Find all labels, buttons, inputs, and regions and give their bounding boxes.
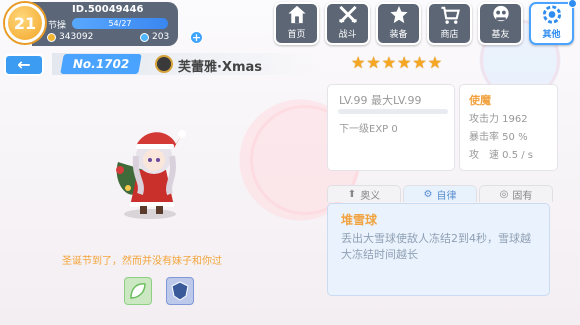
nav-shop-button[interactable]: 商店 — [427, 2, 472, 45]
star-icon: ★ — [366, 53, 381, 72]
character-quote: 圣诞节到了，然而并没有妹子和你过 — [62, 256, 222, 267]
player-level-badge[interactable]: 21 — [5, 3, 45, 43]
battle-icon — [338, 5, 357, 24]
faction-icon — [155, 55, 173, 73]
coin-icon — [47, 33, 56, 42]
star-icon: ★ — [351, 53, 366, 72]
level-text: LV.99 最大LV.99 — [339, 94, 422, 107]
star-icon: ★ — [412, 53, 427, 72]
coin-value: 343092 — [59, 32, 94, 42]
leaf-icon — [130, 283, 146, 299]
nav-other-button[interactable]: 其他 — [529, 0, 577, 45]
next-exp-text: 下一级EXP 0 — [339, 124, 398, 135]
home-icon — [287, 5, 306, 24]
stamina-bar: 54/27 — [72, 18, 168, 29]
player-info-panel: ID.50049446 节操 54/27 343092 203 + — [32, 2, 203, 46]
nav-label: 首页 — [287, 30, 306, 40]
nav-friends-button[interactable]: 基友 — [478, 2, 523, 45]
gear-icon: ⚙ — [423, 188, 433, 200]
speed-stat: 攻 速 0.5 / s — [469, 150, 534, 161]
back-button[interactable]: ← — [4, 54, 44, 76]
skill-description: 丢出大雪球使敌人冻结2到4秒，雪球越大冻结时间越长 — [341, 232, 531, 261]
equipment-icon — [389, 5, 408, 24]
stamina-text: 54/27 — [108, 19, 132, 28]
unit-number: No.1702 — [60, 54, 142, 74]
skill-tabs: ⬆ 奥义 ⚙ 自律 ◎ 固有 — [327, 185, 553, 202]
stats-title: 使魔 — [469, 94, 491, 107]
exp-bar — [338, 109, 448, 114]
gem-icon — [140, 33, 149, 42]
add-currency-button[interactable]: + — [190, 31, 203, 44]
arrow-up-icon: ⬆ — [347, 188, 357, 200]
star-icon: ★ — [397, 53, 412, 72]
stamina-label: 节操 — [48, 21, 67, 31]
attack-stat: 攻击力 1962 — [469, 114, 528, 125]
shield-icon — [171, 281, 189, 301]
tab-label: 奥义 — [360, 190, 381, 202]
tab-label: 固有 — [512, 190, 533, 202]
tab-label: 自律 — [436, 190, 457, 202]
nav-equipment-button[interactable]: 装备 — [376, 2, 421, 45]
tab-auto[interactable]: ⚙ 自律 — [403, 185, 477, 202]
shop-icon — [440, 6, 460, 24]
notification-dot — [568, 0, 577, 8]
nav-label: 战斗 — [338, 30, 357, 40]
character-sprite — [116, 130, 186, 219]
nav-label: 商店 — [440, 30, 459, 40]
skill-slot-2[interactable] — [166, 277, 194, 305]
friends-icon — [492, 5, 509, 22]
nav-label: 装备 — [389, 30, 408, 40]
main-nav: 首页 战斗 装备 商店 基友 其他 — [274, 0, 577, 45]
star-icon: ★ — [381, 53, 397, 72]
stats-panel: 使魔 攻击力 1962 暴击率 50 % 攻 速 0.5 / s — [459, 84, 558, 171]
skill-detail: 堆雪球 丢出大雪球使敌人冻结2到4秒，雪球越大冻结时间越长 — [327, 203, 550, 296]
tab-ultimate[interactable]: ⬆ 奥义 — [327, 185, 401, 202]
gem-value: 203 — [152, 32, 170, 42]
level-panel: LV.99 最大LV.99 下一级EXP 0 — [327, 84, 455, 171]
star-rating: ★ ★ ★ ★ ★ ★ — [351, 55, 442, 71]
unit-name: 芙蕾雅·Xmas — [178, 60, 263, 75]
tab-passive[interactable]: ◎ 固有 — [479, 185, 553, 202]
nav-label: 其他 — [542, 30, 561, 40]
skill-slot-1[interactable] — [124, 277, 152, 305]
circle-icon: ◎ — [499, 188, 509, 200]
crit-stat: 暴击率 50 % — [469, 132, 528, 143]
nav-battle-button[interactable]: 战斗 — [325, 2, 370, 45]
settings-icon — [542, 5, 561, 24]
star-icon: ★ — [427, 53, 443, 72]
nav-home-button[interactable]: 首页 — [274, 2, 319, 45]
nav-label: 基友 — [491, 30, 510, 40]
skill-name: 堆雪球 — [341, 213, 378, 227]
player-id: ID.50049446 — [72, 4, 144, 15]
